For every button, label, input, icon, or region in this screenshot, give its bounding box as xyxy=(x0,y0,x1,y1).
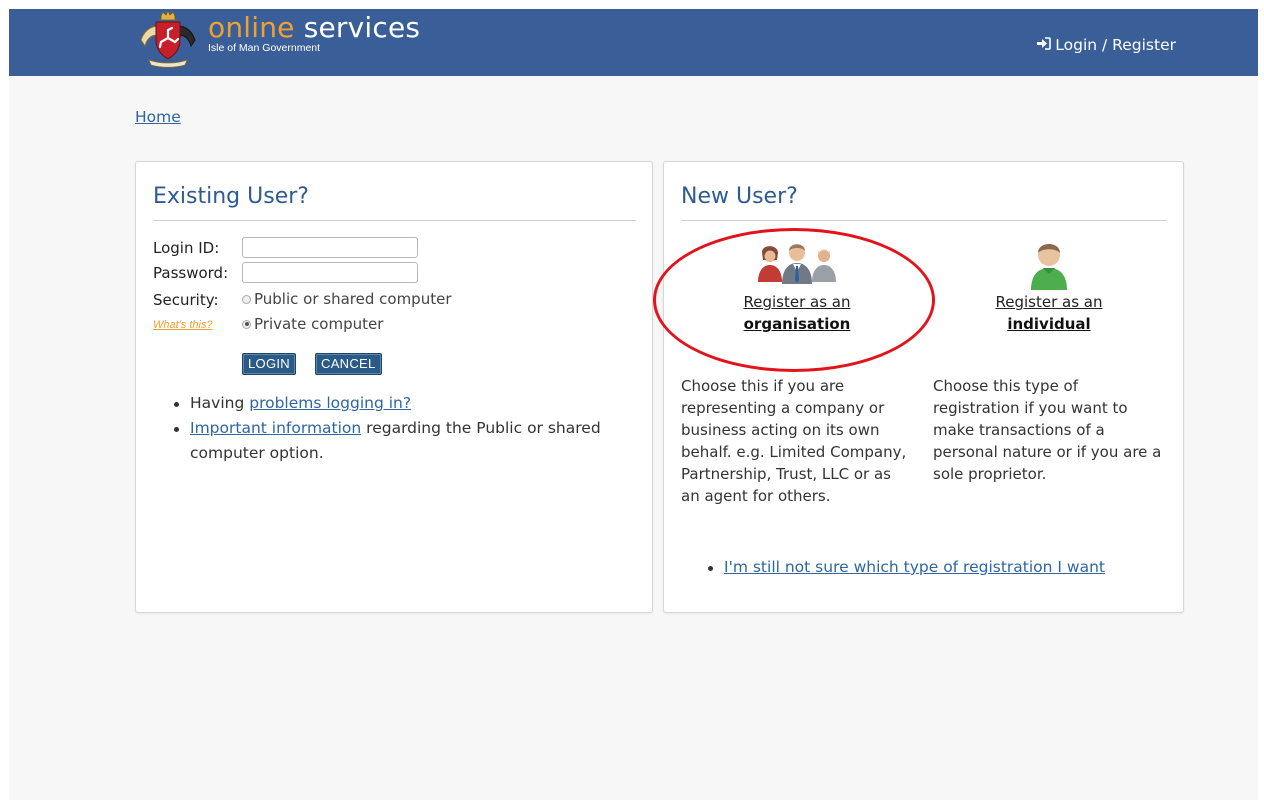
list-item: Having problems logging in? xyxy=(170,391,601,416)
breadcrumb-home[interactable]: Home xyxy=(135,108,181,126)
security-option-public-label: Public or shared computer xyxy=(254,290,452,308)
security-label: Security: xyxy=(153,291,219,309)
individual-description-line: Choose this type of xyxy=(933,377,1079,395)
register-individual-link-line1[interactable]: Register as an xyxy=(972,291,1126,313)
login-id-label: Login ID: xyxy=(153,239,220,257)
password-input[interactable] xyxy=(242,262,418,283)
individual-description-line: registration if you want to xyxy=(933,399,1128,417)
individual-description-line: sole proprietor. xyxy=(933,465,1047,483)
existing-user-panel: Existing User? Login ID: Password: Secur… xyxy=(135,161,653,613)
organisation-description: Choose this if you are representing a co… xyxy=(681,375,921,507)
new-user-panel: New User? Register as an organisation Re… xyxy=(663,161,1184,613)
login-register-label: Login / Register xyxy=(1055,36,1176,54)
sign-in-icon xyxy=(1036,36,1052,54)
register-organisation-link-line2[interactable]: organisation xyxy=(720,313,874,335)
brand-title: online services xyxy=(208,12,420,44)
organisation-description-line: behalf. e.g. Limited Company, xyxy=(681,443,907,461)
register-organisation-option[interactable]: Register as an organisation xyxy=(720,242,874,335)
whats-this-link[interactable]: What's this? xyxy=(153,319,213,331)
radio-public[interactable] xyxy=(242,294,251,304)
organisation-description-line: representing a company or xyxy=(681,399,885,417)
page: online services Isle of Man Government L… xyxy=(9,9,1258,800)
divider xyxy=(153,220,636,221)
security-option-private-label: Private computer xyxy=(254,315,384,333)
organisation-description-line: an agent for others. xyxy=(681,487,831,505)
organisation-description-line: Choose this if you are xyxy=(681,377,845,395)
register-individual-option[interactable]: Register as an individual xyxy=(972,242,1126,335)
brand-online: online xyxy=(208,11,295,44)
login-button[interactable]: LOGIN xyxy=(242,353,296,375)
password-label: Password: xyxy=(153,264,229,282)
security-option-public[interactable]: Public or shared computer xyxy=(242,290,451,308)
problems-prefix: Having xyxy=(190,394,250,412)
security-option-private[interactable]: Private computer xyxy=(242,315,383,333)
organisation-description-line: business acting on its own xyxy=(681,421,880,439)
individual-description-line: personal nature or if you are a xyxy=(933,443,1162,461)
organisation-description-line: Partnership, Trust, LLC or as xyxy=(681,465,891,483)
existing-user-title: Existing User? xyxy=(153,184,309,209)
brand-services: services xyxy=(294,11,421,44)
login-register-link[interactable]: Login / Register xyxy=(1036,36,1176,54)
brand-logo[interactable]: online services Isle of Man Government xyxy=(208,12,420,55)
login-id-input[interactable] xyxy=(242,237,418,258)
help-links: Having problems logging in? Important in… xyxy=(170,391,601,466)
individual-description: Choose this type of registration if you … xyxy=(933,375,1178,485)
radio-private[interactable] xyxy=(242,319,251,329)
not-sure-registration-link[interactable]: I'm still not sure which type of registr… xyxy=(724,558,1105,576)
problems-logging-in-link[interactable]: problems logging in? xyxy=(249,394,411,412)
new-user-title: New User? xyxy=(681,184,798,209)
list-item: Important information regarding the Publ… xyxy=(170,416,601,466)
important-suffix-2: computer option. xyxy=(190,444,324,462)
crest-icon[interactable] xyxy=(135,10,201,72)
register-organisation-link-line1[interactable]: Register as an xyxy=(720,291,874,313)
list-item: I'm still not sure which type of registr… xyxy=(704,555,1105,580)
individual-description-line: make transactions of a xyxy=(933,421,1105,439)
cancel-button[interactable]: CANCEL xyxy=(315,353,382,375)
important-information-link[interactable]: Important information xyxy=(190,419,361,437)
register-individual-link-line2[interactable]: individual xyxy=(972,313,1126,335)
divider xyxy=(681,220,1167,221)
important-suffix-1: regarding the Public or shared xyxy=(361,419,601,437)
group-people-icon xyxy=(756,244,838,288)
site-header: online services Isle of Man Government L… xyxy=(9,9,1258,76)
registration-help-links: I'm still not sure which type of registr… xyxy=(704,555,1105,580)
breadcrumb: Home xyxy=(135,108,181,126)
